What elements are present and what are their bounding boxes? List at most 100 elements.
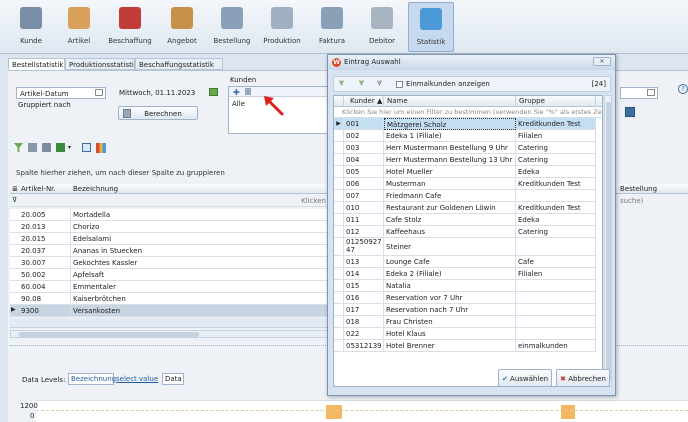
dialog-scroll-thumb[interactable]	[606, 102, 611, 382]
ribbon-kunde-button[interactable]: Kunde	[8, 2, 54, 52]
chart-icon[interactable]	[96, 143, 106, 153]
cell-name: Hotel Klaus	[384, 328, 516, 340]
filter-multi-icon[interactable]: ⩔	[359, 78, 364, 88]
customer-row[interactable]: 015 Natalia	[334, 280, 596, 292]
customer-row[interactable]: 017 Reservation nach 7 Uhr	[334, 304, 596, 316]
customer-row[interactable]: 018 Frau Christen	[334, 316, 596, 328]
customer-row[interactable]: 011 Cafe Stolz Edeka	[334, 214, 596, 226]
customer-filter-row[interactable]: Klicken Sie hier um einen Filter zu best…	[334, 107, 602, 118]
delete-customer-icon[interactable]	[245, 88, 251, 95]
column-selector-icon[interactable]: ≣	[12, 184, 18, 194]
select-value-link[interactable]: select value	[116, 373, 160, 385]
cell-name: Steiner	[384, 238, 516, 256]
excel-icon[interactable]	[56, 143, 65, 152]
select-button[interactable]: ✔ Auswählen	[498, 369, 552, 387]
table-row[interactable]: 20.013 Chorizo	[10, 221, 328, 233]
ribbon-angebot-button[interactable]: Angebot	[158, 2, 206, 52]
row-indicator	[334, 304, 344, 316]
cell-kunder: 014	[344, 268, 384, 280]
cancel-button-label: Abbrechen	[568, 375, 606, 383]
cell-kunder: 001	[344, 118, 384, 130]
tools-icon[interactable]	[28, 143, 37, 152]
col-kunder[interactable]: Kunder ▲	[344, 96, 384, 107]
ribbon-beschaffung-button[interactable]: Beschaffung	[104, 2, 156, 52]
scroll-thumb[interactable]	[19, 332, 199, 337]
one-time-customers-checkbox[interactable]	[396, 81, 403, 88]
cell-kunder: 022	[344, 328, 384, 340]
dialog-titlebar[interactable]: W Eintrag Auswahl ✕	[328, 55, 615, 70]
ribbon-statistik-button[interactable]: Statistik	[408, 2, 454, 52]
dropdown-icon	[95, 89, 103, 96]
customer-row[interactable]: 013 Lounge Cafe Cafe	[334, 256, 596, 268]
tab-produktionsstatistik[interactable]: Produktionsstatistik	[65, 58, 135, 70]
red-arrow-annotation	[264, 96, 284, 116]
dialog-scrollbar[interactable]	[604, 95, 612, 387]
cell-gruppe: Kreditkunden Test	[516, 178, 596, 190]
filter-green-icon[interactable]: ⩔	[339, 78, 344, 88]
ribbon-artikel-button[interactable]: Artikel	[56, 2, 102, 52]
date-field[interactable]: Mittwoch, 01.11.2023	[116, 87, 218, 99]
dialog-title: Eintrag Auswahl	[344, 58, 401, 66]
customer-row[interactable]: 003 Herr Mustermann Bestellung 9 Uhr Cater…	[334, 142, 596, 154]
customer-row[interactable]: 053121394Hotel Brennereinmalkunden	[334, 340, 596, 352]
cell-name: Herr Mustermann Bestellung 13 Uhr	[384, 154, 516, 166]
ribbon-faktura-button[interactable]: Faktura	[308, 2, 356, 52]
tab-bestellstatistik[interactable]: Bestellstatistik	[8, 58, 65, 70]
customer-icon	[20, 7, 42, 29]
filter-clear-icon[interactable]: ⩔	[377, 78, 382, 88]
ribbon-label: Produktion	[263, 37, 301, 45]
customer-row[interactable]: 005 Hotel Mueller Edeka	[334, 166, 596, 178]
table-row[interactable]: 20.005 Mortadella	[10, 209, 328, 221]
customer-row[interactable]: 002 Edeka 1 (Filiale) Filialen	[334, 130, 596, 142]
cell-name: Hotel Brenner	[384, 340, 516, 352]
filter-icon[interactable]	[14, 143, 23, 152]
print-icon[interactable]	[42, 143, 51, 152]
dropdown-arrow-icon[interactable]: ▾	[68, 144, 71, 151]
data-levels-label: Data Levels:	[22, 376, 66, 384]
table-row[interactable]: 30.007 Gekochtes Kassler	[10, 257, 328, 269]
ribbon-label: Statistik	[416, 38, 446, 46]
date-type-select[interactable]: Artikel-Datum	[16, 87, 106, 99]
cell-kunder: 007	[344, 190, 384, 202]
table-row[interactable]: 50.002 Apfelsaft	[10, 269, 328, 281]
col-artikel-nr[interactable]: Artikel-Nr.	[21, 184, 56, 194]
col-bestellung[interactable]: Bestellung	[620, 185, 657, 193]
customer-row[interactable]: 0125092747 Steiner	[334, 238, 596, 256]
customer-row[interactable]: 006 Musterman Kreditkunden Test	[334, 178, 596, 190]
customer-row[interactable]: 010 Restaurant zur Goldenen Löwin Kreditku…	[334, 202, 596, 214]
ribbon-debitor-button[interactable]: Debitor	[358, 2, 406, 52]
customer-row[interactable]: 016 Reservation vor 7 Uhr	[334, 292, 596, 304]
add-customer-icon[interactable]: ✚	[233, 88, 240, 97]
data-level-bezeichnung[interactable]: Bezeichnung	[68, 373, 116, 385]
cell-gruppe	[516, 304, 596, 316]
cancel-button[interactable]: ✖ Abbrechen	[556, 369, 610, 387]
layout-icon[interactable]	[82, 143, 91, 152]
data-level-data[interactable]: Data	[162, 373, 184, 385]
table-row[interactable]: 20.037 Ananas in Stuecken	[10, 245, 328, 257]
calculate-button[interactable]: Berechnen	[118, 106, 198, 120]
row-indicator	[334, 214, 344, 226]
ribbon-bestellung-button[interactable]: Bestellung	[208, 2, 256, 52]
horizontal-scrollbar[interactable]	[10, 330, 328, 338]
table-row[interactable]: 20.015 Edelsalami	[10, 233, 328, 245]
customer-row[interactable]: 004 Herr Mustermann Bestellung 13 Uhr Cate…	[334, 154, 596, 166]
save-icon[interactable]	[625, 107, 635, 117]
customer-row[interactable]: ▶ 001 Mätzgerei Scholz Kreditkunden Test	[334, 118, 596, 130]
customer-row[interactable]: 012 Kaffeehaus Catering	[334, 226, 596, 238]
col-name[interactable]: Name	[384, 96, 516, 107]
customer-row[interactable]: 014 Edeka 2 (Filiale) Filialen	[334, 268, 596, 280]
customer-row[interactable]: 007 Friedmann Cafe	[334, 190, 596, 202]
ribbon-label: Faktura	[318, 37, 346, 45]
right-select[interactable]	[620, 87, 658, 99]
table-row[interactable]: ▶ 9300 Versankosten	[10, 305, 328, 317]
ribbon-produktion-button[interactable]: Produktion	[258, 2, 306, 52]
table-row[interactable]: 90.08 Kaiserbrötchen	[10, 293, 328, 305]
table-row[interactable]: 60.004 Emmentaler	[10, 281, 328, 293]
customer-row[interactable]: 022 Hotel Klaus	[334, 328, 596, 340]
help-icon[interactable]: ?	[678, 84, 688, 94]
col-gruppe[interactable]: Gruppe	[516, 96, 596, 107]
grid-filter-row[interactable]: ⊽ Klicken	[10, 195, 328, 207]
dialog-close-button[interactable]: ✕	[593, 57, 611, 66]
col-bezeichnung[interactable]: Bezeichnung	[73, 184, 118, 194]
tab-beschaffungsstatistik[interactable]: Beschaffungsstatistik	[135, 58, 223, 70]
